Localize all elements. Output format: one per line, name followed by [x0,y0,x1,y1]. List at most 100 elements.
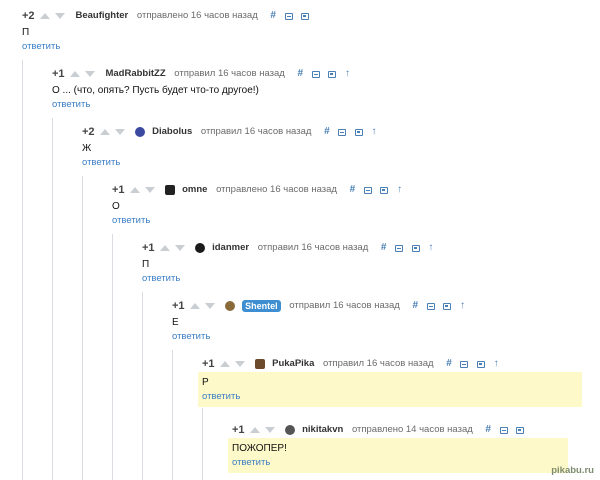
reply-link[interactable]: ответить [202,390,578,403]
comment-body: ПОЖОПЕР! ответить [228,438,568,473]
reply-link[interactable]: ответить [142,272,586,285]
avatar[interactable] [225,301,236,312]
comment-actions: # [485,422,530,439]
vote-down-icon[interactable] [174,245,185,252]
comment-rating: +2 [22,10,35,23]
save-icon[interactable] [443,302,452,310]
link-hash-icon[interactable]: # [485,422,491,438]
link-hash-icon[interactable]: # [412,298,418,314]
vote-up-icon[interactable] [130,187,141,194]
parent-arrow-icon[interactable]: ↑ [397,182,402,198]
comment-username[interactable]: omne [182,182,207,198]
thread-guide-line [142,292,143,480]
avatar[interactable] [255,359,266,370]
save-icon[interactable] [411,244,420,252]
link-hash-icon[interactable]: # [446,356,452,372]
avatar[interactable] [165,185,176,196]
vote-down-icon[interactable] [234,361,245,368]
comment-header: +1 idanmer отправил 16 часов назад # ↑ [142,240,586,256]
comment-username[interactable]: idanmer [212,240,249,256]
thread-guide-line [52,118,53,480]
message-icon[interactable] [499,426,508,434]
reply-link[interactable]: ответить [232,456,564,469]
reply-link[interactable]: ответить [52,98,586,111]
comment-new: +1 nikitakvn отправлено 14 часов назад #… [228,422,586,473]
vote-up-icon[interactable] [250,427,261,434]
message-icon[interactable] [426,302,435,310]
save-icon[interactable] [380,186,389,194]
comment: +1 MadRabbitZZ отправил 16 часов назад #… [52,66,586,111]
vote-up-icon[interactable] [70,71,81,78]
comment-username[interactable]: PukaPika [272,356,314,372]
comment-header: +1 MadRabbitZZ отправил 16 часов назад #… [52,66,586,82]
comment-actions: # ↑ [324,124,382,141]
comment-timestamp: отправил 16 часов назад [257,242,369,254]
message-icon[interactable] [460,360,469,368]
link-hash-icon[interactable]: # [297,66,303,82]
avatar[interactable] [135,127,146,138]
comment-body: Е ответить [172,314,586,343]
link-hash-icon[interactable]: # [381,240,387,256]
parent-arrow-icon[interactable]: ↑ [372,124,377,140]
save-icon[interactable] [328,70,337,78]
comment-header: +2 Diabolus отправил 16 часов назад # ↑ [82,124,586,140]
reply-link[interactable]: ответить [112,214,586,227]
comment-username[interactable]: nikitakvn [302,422,343,438]
vote-down-icon[interactable] [114,129,125,136]
comment-timestamp: отправлено 16 часов назад [136,10,258,22]
comment-body: Р ответить [198,372,582,407]
comment-header: +2 Beaufighter отправлено 16 часов назад… [22,8,586,24]
message-icon[interactable] [311,70,320,78]
comment-timestamp: отправлено 16 часов назад [216,184,337,196]
message-icon[interactable] [395,244,404,252]
comment-body: П ответить [22,24,586,53]
link-hash-icon[interactable]: # [270,8,276,24]
save-icon[interactable] [516,426,525,434]
vote-up-icon[interactable] [40,13,51,20]
parent-arrow-icon[interactable]: ↑ [345,66,350,82]
comment-body: П ответить [142,256,586,285]
comment: +2 Diabolus отправил 16 часов назад # ↑ … [82,124,586,169]
vote-up-icon[interactable] [190,303,201,310]
comment-new: +1 PukaPika отправил 16 часов назад # ↑ … [198,356,586,407]
comment-rating: +1 [172,300,185,313]
comment-header: +1 PukaPika отправил 16 часов назад # ↑ [202,356,586,372]
save-icon[interactable] [477,360,486,368]
vote-down-icon[interactable] [144,187,155,194]
comment-header: +1 Shentel отправил 16 часов назад # ↑ [172,298,586,314]
reply-link[interactable]: ответить [82,156,586,169]
vote-down-icon[interactable] [264,427,275,434]
comment: +1 idanmer отправил 16 часов назад # ↑ П… [142,240,586,285]
comment-username[interactable]: Shentel [242,300,281,313]
reply-link[interactable]: ответить [172,330,586,343]
comment-body: Ж ответить [82,140,586,169]
comment-actions: # ↑ [381,240,439,257]
save-icon[interactable] [354,128,363,136]
vote-up-icon[interactable] [220,361,231,368]
comment-username[interactable]: Beaufighter [75,8,128,24]
link-hash-icon[interactable]: # [324,124,330,140]
message-icon[interactable] [338,128,347,136]
parent-arrow-icon[interactable]: ↑ [494,356,499,372]
vote-up-icon[interactable] [100,129,111,136]
vote-down-icon[interactable] [84,71,95,78]
comment-rating: +1 [52,68,65,81]
thread-guide-line [112,234,113,480]
parent-arrow-icon[interactable]: ↑ [460,298,465,314]
reply-link[interactable]: ответить [22,40,586,53]
link-hash-icon[interactable]: # [350,182,356,198]
avatar[interactable] [195,243,206,254]
message-icon[interactable] [284,12,293,20]
parent-arrow-icon[interactable]: ↑ [428,240,433,256]
vote-up-icon[interactable] [160,245,171,252]
vote-down-icon[interactable] [54,13,65,20]
save-icon[interactable] [301,12,310,20]
avatar[interactable] [285,425,296,436]
comment-timestamp: отправил 16 часов назад [289,300,400,312]
comment-username[interactable]: MadRabbitZZ [105,66,165,82]
comment-username[interactable]: Diabolus [152,124,192,140]
message-icon[interactable] [363,186,372,194]
vote-down-icon[interactable] [204,303,215,310]
comment-header: +1 nikitakvn отправлено 14 часов назад # [232,422,586,438]
comment-text: П [142,259,150,270]
